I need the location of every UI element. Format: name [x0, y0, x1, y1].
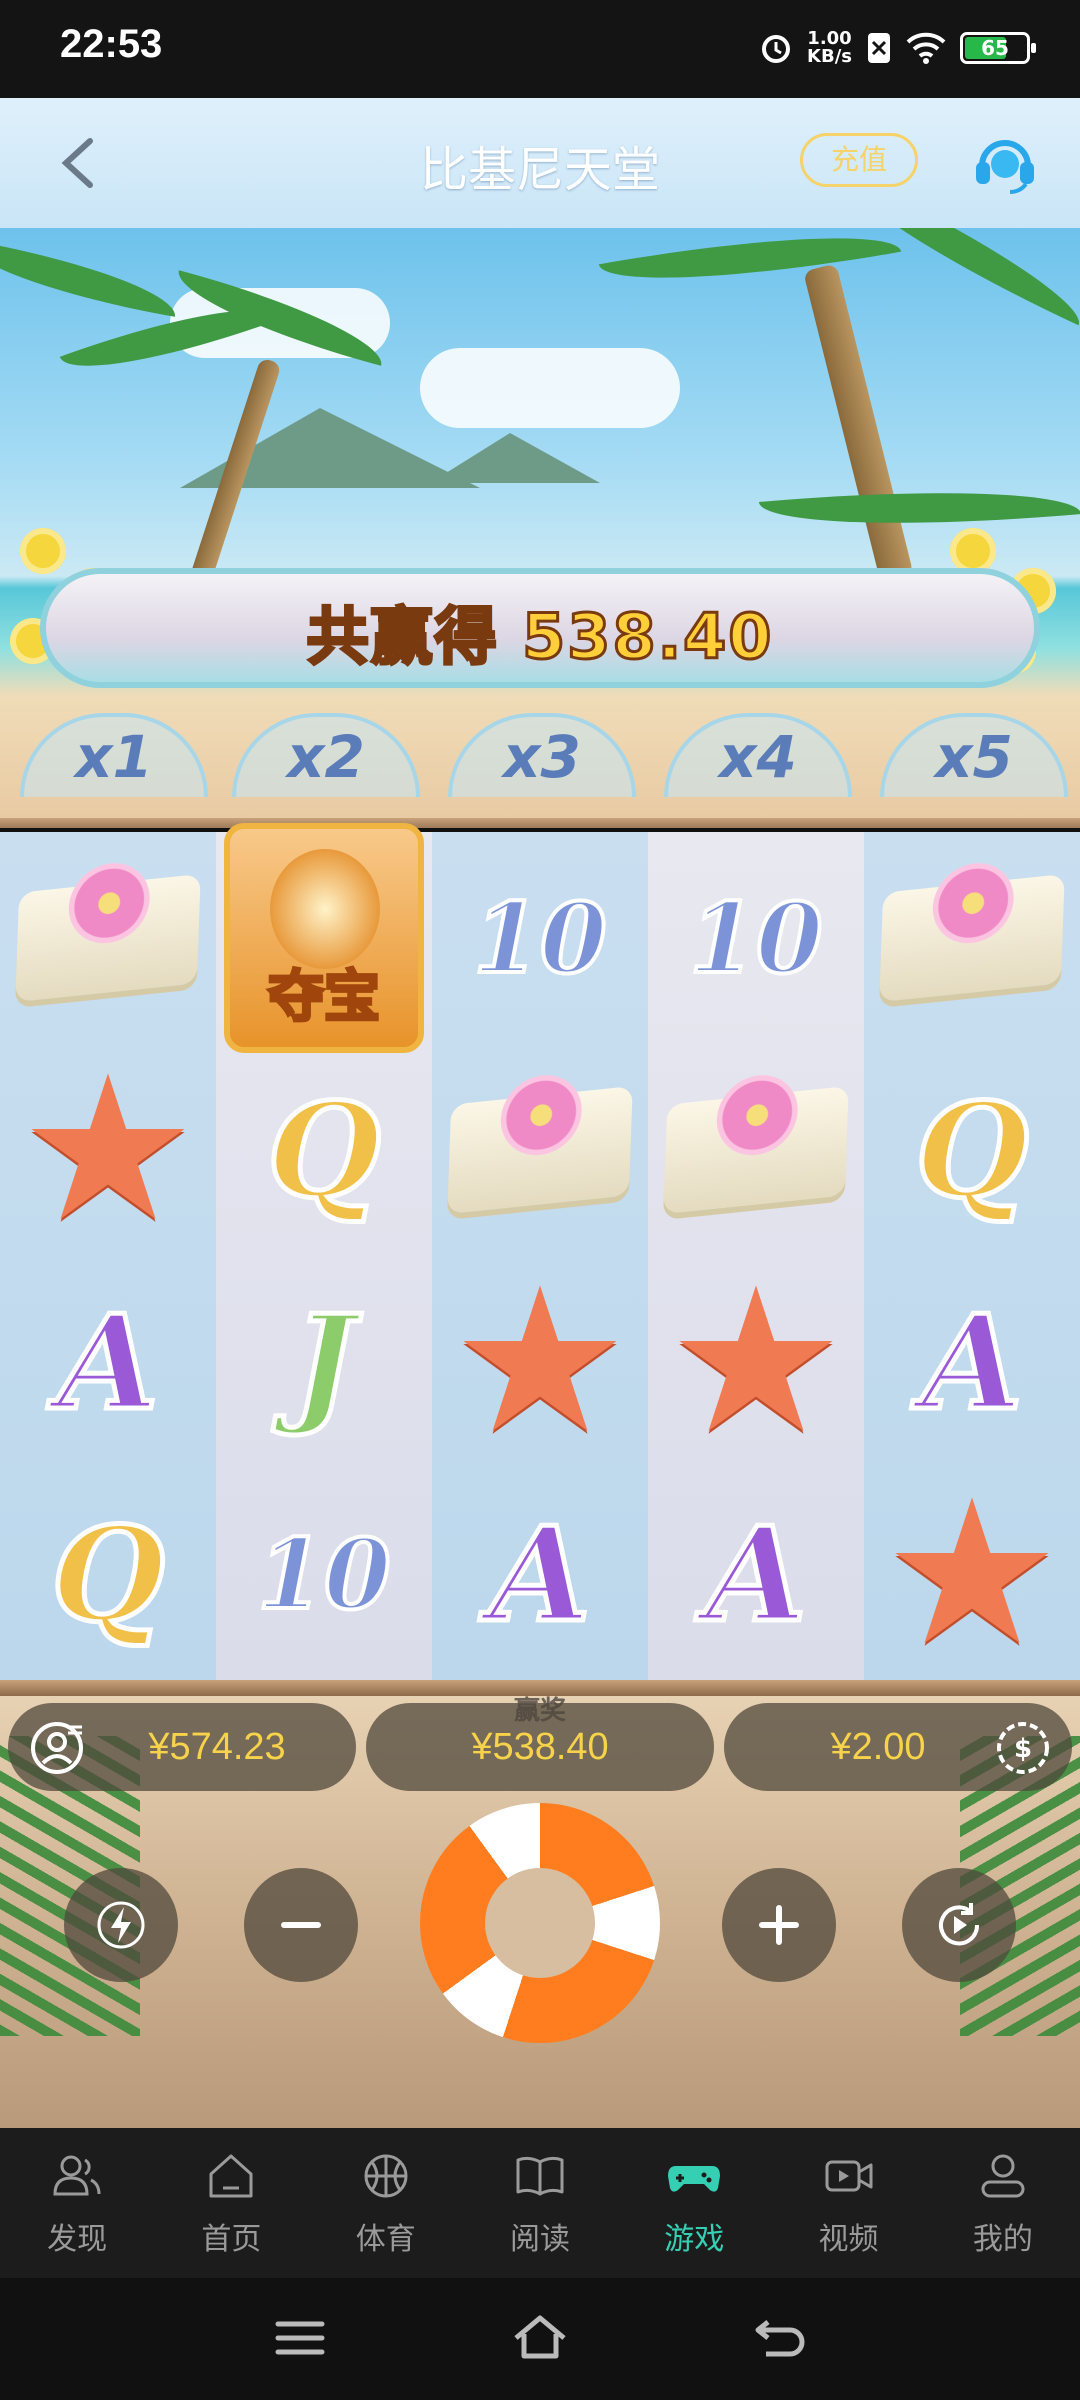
multiplier-x3: x3 [448, 713, 636, 797]
nav-label: 首页 [201, 2222, 262, 2257]
spin-button[interactable] [420, 1803, 660, 2043]
symbol-a: A [919, 1283, 1025, 1441]
balance-pill[interactable]: ¥574.23 [8, 1703, 356, 1791]
island [430, 433, 600, 483]
palm-leaf [0, 239, 182, 317]
nav-item-games[interactable]: 游戏 [617, 2128, 771, 2278]
symbol-q: Q [913, 1071, 1031, 1229]
autoplay-icon [939, 1903, 980, 1946]
symbol-bonus: 夺宝 [216, 823, 432, 1053]
book-icon [516, 2156, 564, 2196]
nav-label: 我的 [972, 2222, 1033, 2257]
nav-item-mine[interactable]: 我的 [926, 2128, 1080, 2278]
symbol-towel-flower [432, 1044, 648, 1256]
decrease-bet-button[interactable] [244, 1868, 358, 1982]
system-nav-bar [0, 2278, 1080, 2400]
reel-2: 夺宝 Q J 10 [216, 823, 432, 1682]
autoplay-button[interactable] [902, 1868, 1016, 1982]
life-ring-icon [485, 1868, 595, 1978]
bet-value: ¥2.00 [830, 1725, 926, 1768]
multiplier-x2: x2 [232, 713, 420, 797]
coin-icon[interactable]: $ [994, 1719, 1052, 1777]
nav-item-home[interactable]: 首页 [154, 2128, 308, 2278]
svg-text:$: $ [1014, 1734, 1032, 1764]
status-icons: 1.00 KB/s 65 [759, 30, 1036, 66]
menu-icon[interactable] [270, 2308, 330, 2368]
symbol-a: A [487, 1495, 593, 1653]
symbol-10: 10 [471, 880, 609, 997]
palm-tree [803, 263, 914, 583]
battery-level: 65 [981, 36, 1009, 60]
basketball-icon [364, 2154, 408, 2198]
net-speed: 1.00 KB/s [807, 30, 852, 66]
symbol-a: A [703, 1495, 809, 1653]
symbol-a: A [55, 1283, 161, 1441]
reel-4: 10 ★ A [648, 832, 864, 1682]
gamepad-icon [668, 2166, 721, 2192]
home-icon [209, 2154, 253, 2198]
video-icon [825, 2160, 873, 2192]
symbol-towel-flower [0, 832, 216, 1044]
status-time: 22:53 [60, 22, 163, 66]
back-system-icon[interactable] [750, 2308, 810, 2368]
nav-label: 游戏 [664, 2222, 725, 2257]
battery-icon: 65 [960, 32, 1036, 64]
palm-leaf [598, 228, 902, 304]
symbol-starfish: ★ [450, 1245, 630, 1478]
reel-1: ★ A Q [0, 832, 216, 1682]
nav-label: 发现 [47, 2222, 108, 2257]
lightning-icon [97, 1901, 145, 1949]
sim-off-icon [868, 33, 890, 63]
beach-scene: 共赢得 538.40 x1 x2 x3 x4 x5 [0, 228, 1080, 828]
turbo-button[interactable] [64, 1868, 178, 1982]
plus-icon [759, 1905, 799, 1945]
nav-item-reading[interactable]: 阅读 [463, 2128, 617, 2278]
balance-value: ¥574.23 [148, 1725, 286, 1768]
nav-item-discover[interactable]: 发现 [0, 2128, 154, 2278]
symbol-towel-flower [648, 1044, 864, 1256]
symbol-10: 10 [255, 1516, 393, 1633]
multiplier-x4: x4 [664, 713, 852, 797]
alarm-icon [762, 35, 791, 63]
nav-item-sports[interactable]: 体育 [309, 2128, 463, 2278]
minus-icon [281, 1922, 321, 1928]
nav-label: 阅读 [509, 2222, 570, 2257]
symbol-q: Q [265, 1071, 383, 1229]
multiplier-x1: x1 [20, 713, 208, 797]
recharge-button[interactable]: 充值 [800, 133, 918, 187]
multiplier-x5: x5 [880, 713, 1068, 797]
title-bar: 比基尼天堂 充值 [0, 98, 1080, 228]
user-icon [981, 2154, 1025, 2198]
symbol-starfish: ★ [882, 1457, 1062, 1690]
headset-icon[interactable] [970, 128, 1040, 198]
wifi-icon [906, 32, 946, 64]
multiplier-row: x1 x2 x3 x4 x5 [0, 713, 1080, 797]
flower [20, 528, 66, 574]
reel-top-rail [0, 818, 1080, 828]
bonus-label: 夺宝 [267, 964, 382, 1032]
symbol-j: J [291, 1283, 357, 1441]
symbol-10: 10 [687, 880, 825, 997]
symbol-q: Q [49, 1495, 167, 1653]
palm-leaf [758, 474, 1080, 542]
user-menu-icon[interactable] [28, 1719, 86, 1777]
nav-label: 视频 [818, 2222, 879, 2257]
symbol-starfish: ★ [18, 1033, 198, 1266]
net-speed-unit: KB/s [807, 46, 852, 67]
bottom-nav: 发现 首页 体育 阅读 游戏 视频 我的 [0, 2128, 1080, 2278]
page-title: 比基尼天堂 [419, 142, 660, 198]
symbol-starfish: ★ [666, 1245, 846, 1478]
reels: ★ A Q 夺宝 Q J 10 10 ★ A 10 ★ A Q A ★ [0, 823, 1080, 1682]
reel-5: Q A ★ [864, 832, 1080, 1682]
nav-item-video[interactable]: 视频 [771, 2128, 925, 2278]
bet-pill[interactable]: ¥2.00 $ [724, 1703, 1072, 1791]
reel-3: 10 ★ A [432, 832, 648, 1682]
nav-label: 体育 [355, 2222, 416, 2257]
people-icon [53, 2155, 101, 2196]
home-system-icon[interactable] [510, 2308, 570, 2368]
status-bar: 22:53 1.00 KB/s 65 [0, 0, 1080, 98]
total-win-text: 共赢得 538.40 [305, 599, 774, 675]
increase-bet-button[interactable] [722, 1868, 836, 1982]
symbol-towel-flower [864, 832, 1080, 1044]
